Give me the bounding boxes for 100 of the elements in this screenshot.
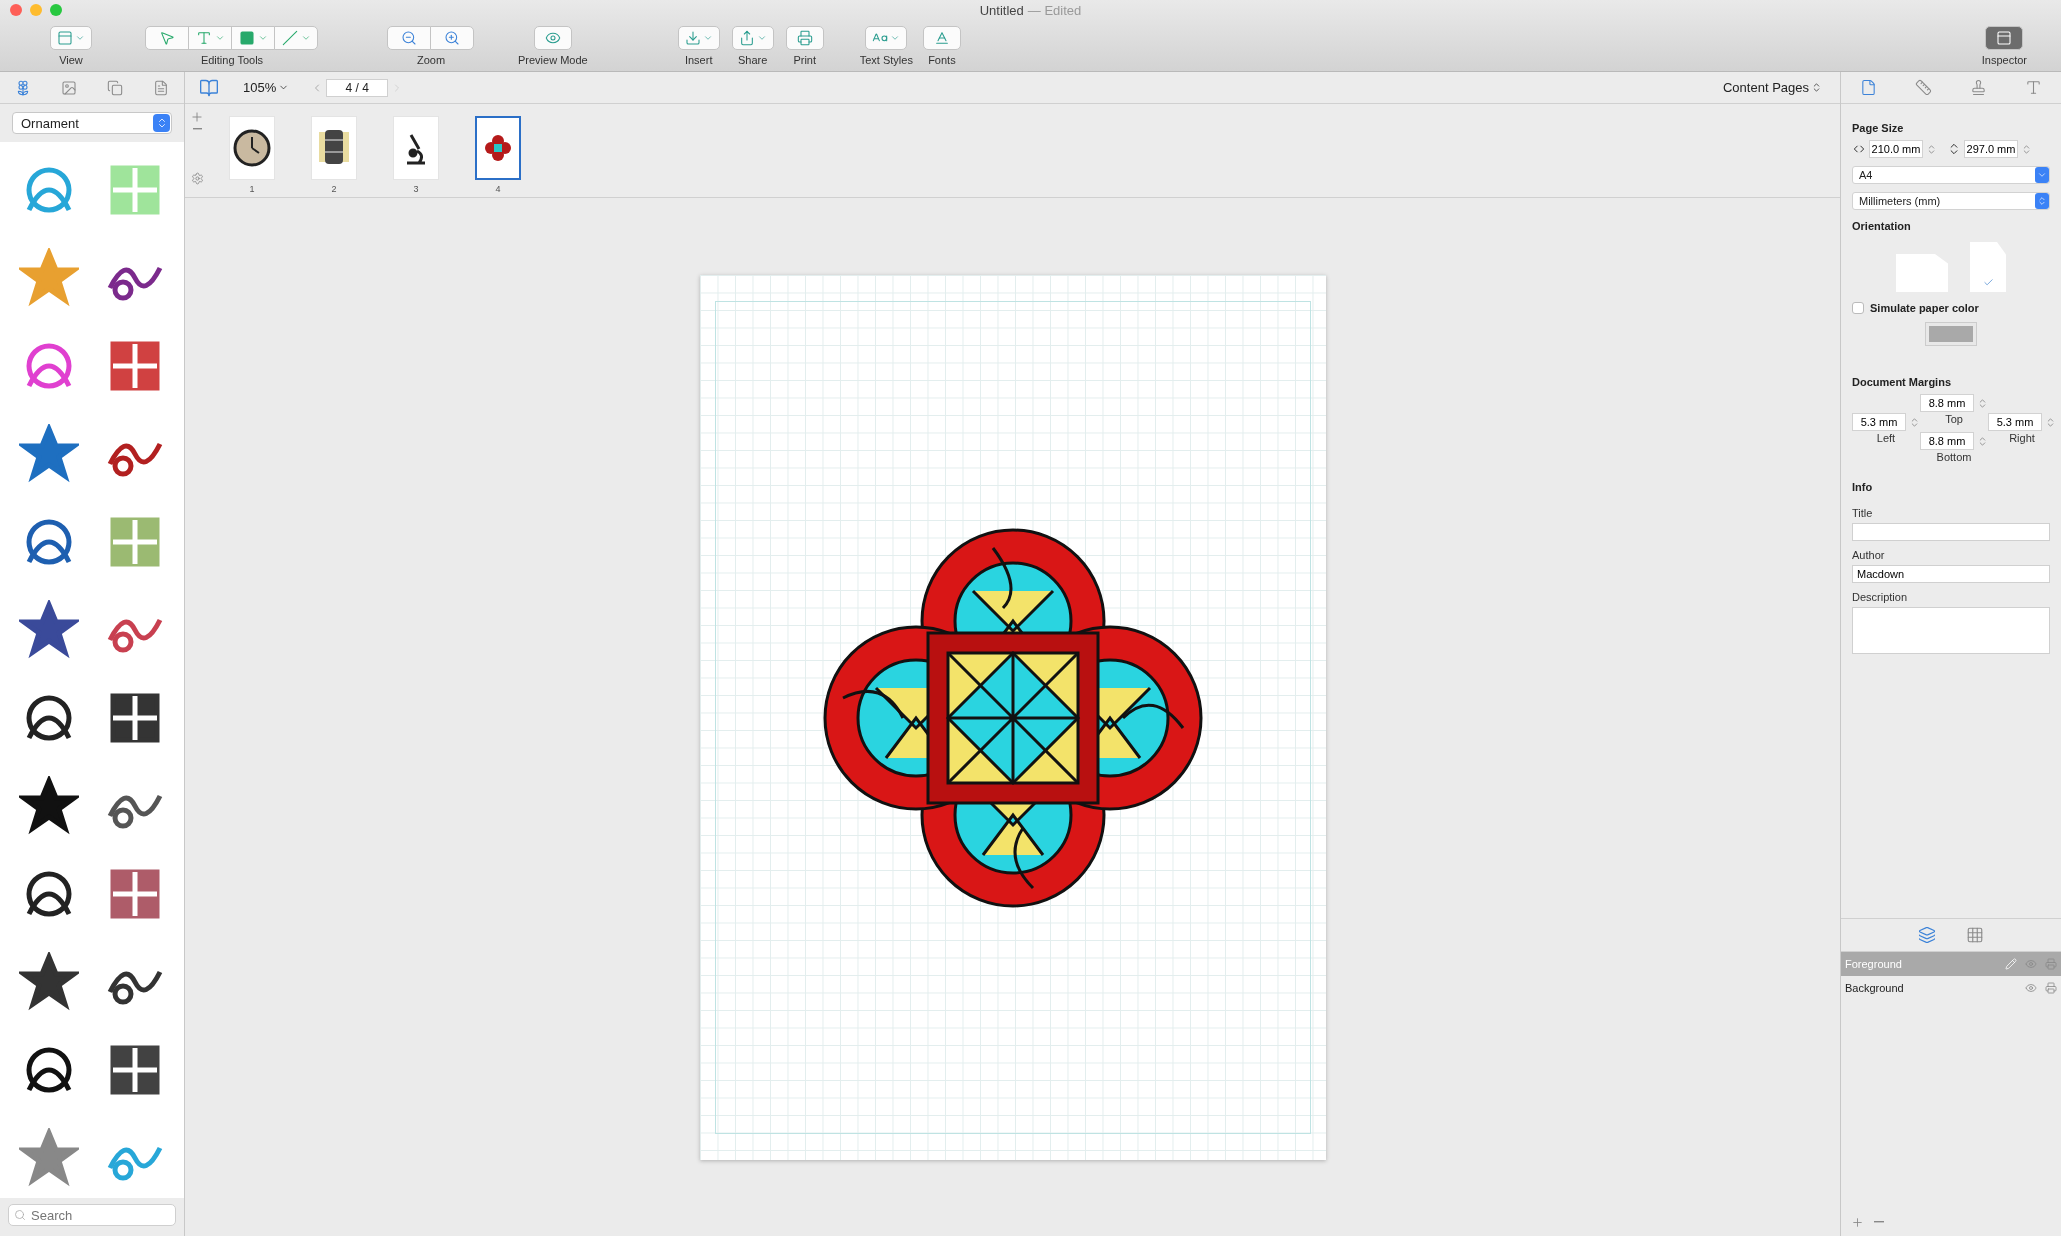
layer-row[interactable]: Background [1841, 976, 2061, 1000]
insert-icon [684, 30, 701, 46]
stepper-icon [2045, 416, 2056, 428]
stepper-icon [2037, 196, 2047, 206]
caret-icon [75, 33, 85, 43]
toolbar-label: Text Styles [859, 54, 913, 66]
input-field[interactable]: Macdown [1852, 565, 2050, 583]
toolbar-label: Share [738, 54, 768, 66]
input-field[interactable]: 5.3 mm [1852, 413, 1906, 431]
page-number: 3 [413, 184, 419, 194]
fonts-button[interactable] [922, 26, 961, 50]
eye-icon [2025, 982, 2037, 994]
checkbox-label: Simulate paper color [1870, 302, 1979, 314]
search-icon [14, 1209, 26, 1221]
page-number: 1 [249, 184, 255, 194]
inspector-button[interactable] [1985, 26, 2024, 50]
caret-icon [756, 33, 767, 43]
print-button[interactable] [785, 26, 824, 50]
section-select[interactable]: Content Pages [1717, 79, 1828, 96]
caret-icon [2037, 170, 2047, 180]
toolbar-label: Editing Tools [200, 54, 264, 66]
caret-icon [702, 33, 713, 43]
input-field[interactable] [1852, 523, 2050, 541]
stepper-icon [1811, 82, 1822, 93]
input-field[interactable]: 297.0 mm [1964, 140, 2018, 158]
text-area[interactable] [1852, 607, 2050, 654]
zoom-select[interactable]: 105% [237, 79, 296, 96]
caret-icon [300, 33, 311, 43]
input-field[interactable]: 8.8 mm [1920, 432, 1974, 450]
text-icon [195, 30, 212, 46]
printer-icon [2045, 958, 2057, 970]
caret-icon [257, 33, 268, 43]
window-icon [57, 30, 73, 46]
select-tool[interactable] [145, 26, 189, 50]
add-icon [1851, 1215, 1864, 1229]
pointer-icon [159, 30, 175, 46]
width-icon [1852, 142, 1866, 156]
minus-icon[interactable] [192, 128, 202, 130]
toolbar-label: Fonts [928, 54, 956, 66]
zoom-in-button[interactable] [430, 26, 474, 50]
window-title: Untitled [979, 3, 1024, 18]
field-label: Description [1852, 591, 1909, 603]
insert-button[interactable] [677, 26, 720, 50]
minus-icon[interactable] [1874, 1221, 1884, 1223]
section-heading: Info [1852, 481, 1874, 493]
ornament-drawing[interactable] [19, 952, 79, 1012]
paper-size-select[interactable]: A4 [1852, 166, 2050, 184]
input-field[interactable]: 210.0 mm [1869, 140, 1923, 158]
line-tool[interactable] [274, 26, 318, 50]
preview-button[interactable] [533, 26, 572, 50]
check-icon [1982, 277, 1994, 288]
add-icon [190, 110, 204, 124]
layers-tab[interactable] [1916, 924, 1938, 946]
shape-tool[interactable] [231, 26, 275, 50]
margin-label: Right [2009, 432, 2035, 446]
stepper-icon [1926, 143, 1937, 155]
textstyles-button[interactable] [865, 26, 908, 50]
field-label: Author [1852, 549, 1886, 561]
margin-label: Bottom [1936, 451, 1972, 463]
printer-icon [2045, 982, 2057, 994]
book-icon [199, 77, 219, 98]
page-number: 4 [495, 184, 501, 194]
ruler-tab[interactable] [1913, 77, 1934, 98]
category-select[interactable]: Ornament [12, 112, 172, 134]
field-label: Title [1852, 507, 1874, 519]
input-field[interactable]: 5.3 mm [1988, 413, 2042, 431]
input-field[interactable]: 8.8 mm [1920, 394, 1974, 412]
pencil-icon [2005, 958, 2017, 970]
ornament-drawing[interactable] [19, 600, 79, 660]
caret-icon [890, 33, 901, 43]
stained-glass-drawing [485, 135, 511, 161]
view-button[interactable] [50, 26, 92, 50]
toolbar-label: Insert [684, 54, 713, 66]
share-button[interactable] [731, 26, 774, 50]
edited-status: — Edited [1027, 3, 1082, 18]
stepper-icon [1909, 416, 1920, 428]
text-tool[interactable] [188, 26, 232, 50]
zoom-out-button[interactable] [387, 26, 431, 50]
page-thumbnail[interactable] [475, 116, 521, 180]
section-heading: Document Margins [1852, 376, 1952, 388]
line-icon [281, 30, 298, 46]
zoom-in-icon [444, 30, 460, 46]
font-icon [933, 30, 950, 46]
layer-name: Background [1845, 982, 1905, 994]
eye-icon [2025, 958, 2037, 970]
ornament-drawing[interactable] [19, 776, 79, 836]
toolbar-label: View [59, 54, 83, 66]
share-icon [738, 30, 755, 46]
page-field[interactable]: 4 / 4 [326, 78, 389, 97]
units-select[interactable]: Millimeters (mm) [1852, 192, 2050, 210]
checkbox[interactable] [1852, 302, 1864, 314]
paper-color-well[interactable] [1925, 322, 1977, 346]
toolbar-label: Preview Mode [518, 54, 588, 66]
layer-name: Foreground [1845, 958, 1903, 970]
section-heading: Page Size [1852, 122, 1905, 134]
zoom-button[interactable] [50, 4, 62, 16]
stepper-icon [1977, 397, 1988, 409]
toolbar-label: Zoom [416, 54, 446, 66]
search-field[interactable]: Search [8, 1204, 176, 1226]
close-button[interactable] [10, 4, 22, 16]
